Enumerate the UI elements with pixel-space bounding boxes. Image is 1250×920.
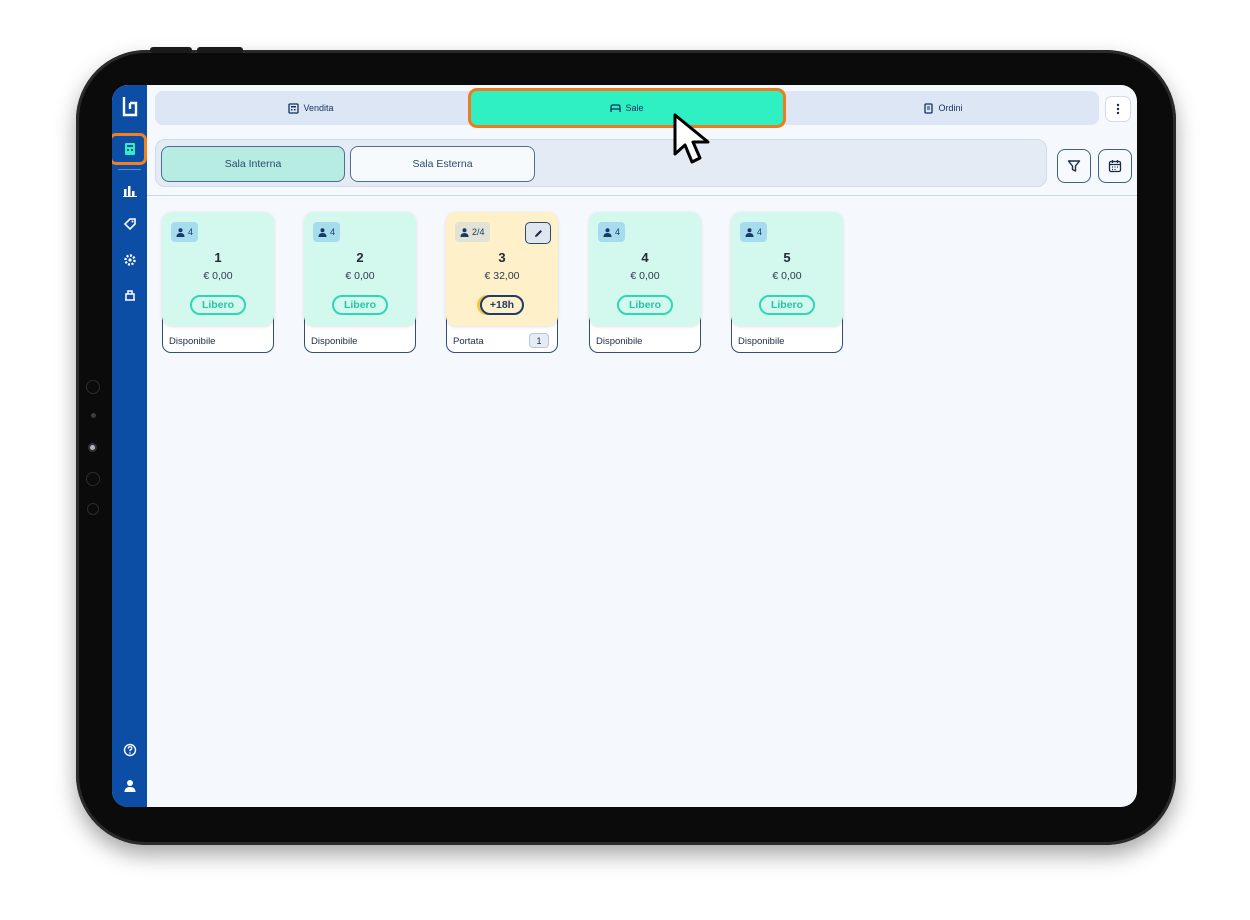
sidebar-item-promotions[interactable]	[112, 211, 147, 237]
seats-badge: 4	[313, 222, 341, 242]
tab-ordini[interactable]: Ordini	[787, 91, 1099, 125]
seats-count: 4	[757, 227, 763, 237]
person-icon	[460, 227, 469, 237]
device-button	[197, 47, 243, 53]
room-selector-bar: Sala Interna Sala Esterna	[155, 139, 1047, 187]
sidebar	[112, 85, 147, 807]
device-sensor	[87, 503, 99, 515]
table-card-body: 4 5 € 0,00 Libero	[731, 212, 843, 326]
table-card-body: 4 2 € 0,00 Libero	[304, 212, 416, 326]
seats-badge: 4	[598, 222, 626, 242]
sidebar-item-stats[interactable]	[112, 177, 147, 203]
top-tabs-bar: Vendita Sale Ordini	[155, 88, 1099, 128]
tab-sale[interactable]: Sale	[468, 88, 786, 128]
table-status-label: Disponibile	[169, 336, 216, 347]
seats-count: 2/4	[472, 227, 485, 237]
table-total: € 0,00	[345, 270, 375, 282]
logo-icon[interactable]	[112, 93, 147, 119]
table-status-badge: Libero	[617, 295, 673, 315]
table-card-4[interactable]: Disponibile 4 4 € 0,00 Libero	[589, 212, 701, 353]
tab-label: Vendita	[303, 103, 334, 113]
app-screen: Vendita Sale Ordini Sala Interna Sala Es…	[112, 85, 1137, 807]
sofa-icon	[610, 103, 622, 112]
person-icon	[603, 227, 612, 237]
more-menu-button[interactable]	[1105, 96, 1131, 122]
table-number: 4	[641, 250, 649, 265]
device-sensor	[86, 472, 100, 486]
table-status-label: Disponibile	[596, 336, 643, 347]
sidebar-item-pos[interactable]	[112, 136, 147, 162]
table-elapsed-badge: +18h	[480, 295, 524, 315]
table-card-5[interactable]: Disponibile 4 5 € 0,00 Libero	[731, 212, 843, 353]
table-card-body: 4 1 € 0,00 Libero	[162, 212, 274, 326]
pencil-icon	[534, 229, 542, 237]
tab-label: Sale	[625, 103, 644, 113]
register-icon	[124, 143, 135, 155]
filter-icon	[1067, 160, 1081, 172]
table-status-badge: Libero	[332, 295, 388, 315]
table-card-body: 4 4 € 0,00 Libero	[589, 212, 701, 326]
calendar-icon	[1108, 160, 1122, 173]
edit-table-button[interactable]	[525, 222, 551, 244]
room-tab-sala-esterna[interactable]: Sala Esterna	[350, 146, 535, 182]
table-card-2[interactable]: Disponibile 4 2 € 0,00 Libero	[304, 212, 416, 353]
table-status-label: Disponibile	[738, 336, 785, 347]
table-total: € 0,00	[630, 270, 660, 282]
table-card-3[interactable]: Portata 1 2/4 3 € 32,00 +18h	[446, 212, 558, 353]
delivery-icon	[124, 290, 135, 301]
room-tab-sala-interna[interactable]: Sala Interna	[161, 146, 345, 182]
sidebar-item-delivery[interactable]	[112, 282, 147, 308]
table-number: 2	[356, 250, 364, 265]
table-number: 3	[498, 250, 506, 265]
tab-label: Ordini	[938, 103, 963, 113]
device-sensor	[91, 413, 96, 418]
person-icon	[176, 227, 185, 237]
seats-badge: 2/4	[455, 222, 490, 242]
header-separator	[147, 195, 1137, 196]
table-number: 1	[214, 250, 222, 265]
table-total: € 0,00	[203, 270, 233, 282]
table-status-label: Disponibile	[311, 336, 358, 347]
table-card-1[interactable]: Disponibile 4 1 € 0,00 Libero	[162, 212, 274, 353]
table-status-badge: Libero	[759, 295, 815, 315]
table-total: € 32,00	[484, 270, 520, 282]
gear-icon	[123, 254, 136, 266]
sidebar-divider	[118, 169, 141, 170]
seats-count: 4	[615, 227, 621, 237]
seats-count: 4	[188, 227, 194, 237]
table-number: 5	[783, 250, 791, 265]
table-total: € 0,00	[772, 270, 802, 282]
receipt-icon	[924, 102, 934, 114]
seats-badge: 4	[740, 222, 768, 242]
kebab-menu-icon	[1116, 103, 1120, 115]
tag-icon	[123, 218, 136, 231]
sidebar-item-help[interactable]	[112, 737, 147, 763]
course-count-badge: 1	[529, 333, 549, 348]
person-icon	[318, 227, 327, 237]
device-sensor	[86, 380, 100, 394]
help-icon	[123, 743, 136, 757]
cash-register-icon	[288, 102, 300, 114]
device-button	[150, 47, 192, 53]
table-card-body: 2/4 3 € 32,00 +18h	[446, 212, 558, 326]
bar-chart-icon	[122, 186, 137, 197]
sidebar-item-settings[interactable]	[112, 247, 147, 273]
person-icon	[745, 227, 754, 237]
seats-count: 4	[330, 227, 336, 237]
table-status-label: Portata	[453, 336, 484, 347]
tab-vendita[interactable]: Vendita	[155, 91, 467, 125]
filter-button[interactable]	[1057, 149, 1091, 183]
seats-badge: 4	[171, 222, 199, 242]
camera-icon	[88, 443, 97, 452]
sidebar-item-account[interactable]	[112, 773, 147, 799]
user-icon	[124, 780, 135, 792]
table-status-badge: Libero	[190, 295, 246, 315]
calendar-button[interactable]	[1098, 149, 1132, 183]
mouse-cursor-icon	[673, 113, 710, 164]
